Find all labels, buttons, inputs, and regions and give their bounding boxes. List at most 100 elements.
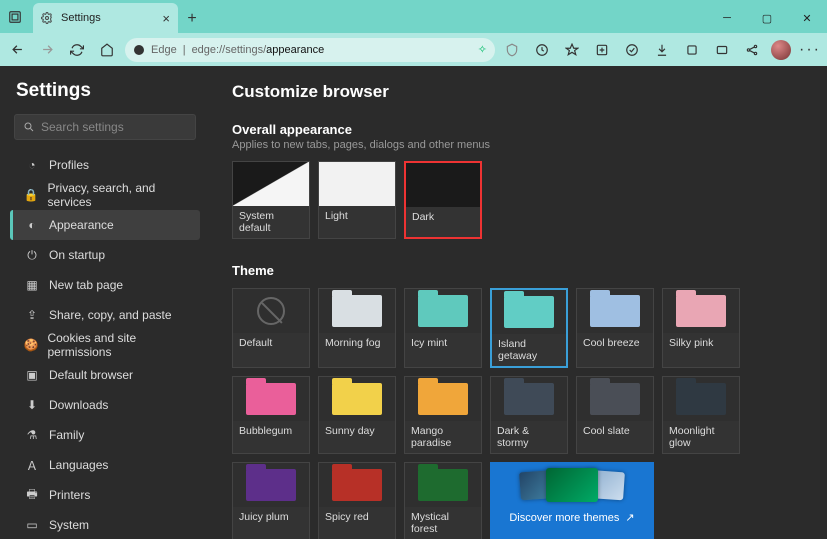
extensions-icon[interactable] <box>681 39 703 61</box>
theme-option-cool-slate[interactable]: Cool slate <box>576 376 654 454</box>
screenshot-icon[interactable] <box>711 39 733 61</box>
sidebar-item-new-tab-page[interactable]: ▦New tab page <box>10 270 200 300</box>
search-settings-input[interactable]: Search settings <box>14 114 196 140</box>
theme-option-morning-fog[interactable]: Morning fog <box>318 288 396 368</box>
theme-option-default[interactable]: Default <box>232 288 310 368</box>
minimize-button[interactable]: ─ <box>707 3 747 33</box>
overall-appearance-subtitle: Applies to new tabs, pages, dialogs and … <box>232 139 805 151</box>
theme-swatch <box>663 377 739 421</box>
sidebar-item-privacy-search-and-services[interactable]: 🔒 Privacy, search, and services <box>10 180 200 210</box>
theme-option-moonlight-glow[interactable]: Moonlight glow <box>662 376 740 454</box>
sidebar-nav: ◔Profiles 🔒 Privacy, search, and services◐… <box>10 150 200 539</box>
sidebar-item-printers[interactable]: 🖶Printers <box>10 480 200 510</box>
theme-option-label: Cool breeze <box>577 333 653 353</box>
share-icon[interactable] <box>741 39 763 61</box>
gear-icon <box>41 11 55 25</box>
new-tab-button[interactable]: + <box>178 5 206 33</box>
favorite-icon[interactable]: ✧ <box>478 43 487 56</box>
theme-option-cool-breeze[interactable]: Cool breeze <box>576 288 654 368</box>
sidebar-item-icon: 🔒 <box>23 188 40 202</box>
main-panel: Customize browser Overall appearance App… <box>210 66 827 539</box>
theme-swatch <box>319 377 395 421</box>
appearance-option-dark[interactable]: Dark <box>404 161 482 239</box>
forward-button[interactable] <box>36 37 60 63</box>
more-menu-button[interactable]: ··· <box>799 39 821 61</box>
theme-option-bubblegum[interactable]: Bubblegum <box>232 376 310 454</box>
theme-option-mystical-forest[interactable]: Mystical forest <box>404 462 482 539</box>
sidebar-item-icon: 🖶 <box>23 485 41 506</box>
page-heading: Customize browser <box>232 82 805 102</box>
theme-option-juicy-plum[interactable]: Juicy plum <box>232 462 310 539</box>
sidebar-item-languages[interactable]: Ａ Languages <box>10 450 200 480</box>
sidebar-item-label: Profiles <box>49 158 89 172</box>
theme-swatch <box>233 377 309 421</box>
settings-sidebar: Settings Search settings ◔Profiles🔒Priva… <box>0 66 210 539</box>
sidebar-item-icon: Ａ <box>23 457 41 474</box>
theme-option-spicy-red[interactable]: Spicy red <box>318 462 396 539</box>
site-identity-icon[interactable] <box>133 44 145 56</box>
appearance-swatch <box>406 163 480 207</box>
close-window-button[interactable]: ✕ <box>787 3 827 33</box>
sidebar-item-appearance[interactable]: ◐Appearance <box>10 210 200 240</box>
appearance-swatch <box>233 162 309 206</box>
sidebar-item-family[interactable]: ⚗Family <box>10 420 200 450</box>
close-tab-icon[interactable]: × <box>162 11 170 26</box>
theme-swatch <box>405 289 481 333</box>
sidebar-item-profiles[interactable]: ◔Profiles <box>10 150 200 180</box>
theme-option-label: Sunny day <box>319 421 395 441</box>
theme-swatch <box>233 289 309 333</box>
discover-more-themes[interactable]: Discover more themes↗ <box>490 462 654 539</box>
appearance-swatch <box>319 162 395 206</box>
sidebar-item-system[interactable]: ▭ System <box>10 510 200 539</box>
theme-option-sunny-day[interactable]: Sunny day <box>318 376 396 454</box>
sidebar-item-label: System <box>49 518 89 532</box>
theme-swatch <box>405 377 481 421</box>
appearance-option-system-default[interactable]: System default <box>232 161 310 239</box>
theme-option-label: Morning fog <box>319 333 395 353</box>
collections-icon[interactable] <box>591 39 613 61</box>
sidebar-item-share-copy-and-paste[interactable]: ⇪Share, copy, and paste <box>10 300 200 330</box>
theme-swatch <box>405 463 481 507</box>
sidebar-item-icon: 🍪 <box>23 338 39 352</box>
theme-option-silky-pink[interactable]: Silky pink <box>662 288 740 368</box>
titlebar: Settings × + ─ ▢ ✕ <box>0 0 827 33</box>
tracking-icon[interactable] <box>501 39 523 61</box>
url-scheme: edge:// <box>192 44 226 56</box>
sync-icon[interactable] <box>531 39 553 61</box>
appearance-option-light[interactable]: Light <box>318 161 396 239</box>
back-button[interactable] <box>6 37 30 63</box>
browser-tab[interactable]: Settings × <box>33 3 178 33</box>
sidebar-item-on-startup[interactable]: ⏻On startup <box>10 240 200 270</box>
home-button[interactable] <box>95 37 119 63</box>
refresh-button[interactable] <box>66 37 90 63</box>
url-badge: Edge <box>151 44 177 56</box>
maximize-button[interactable]: ▢ <box>747 3 787 33</box>
favorites-icon[interactable] <box>561 39 583 61</box>
theme-swatch <box>233 463 309 507</box>
sidebar-item-label: On startup <box>49 248 105 262</box>
sidebar-item-label: Languages <box>49 458 108 472</box>
theme-grid: Default Morning fog Icy mintIsland getaway… <box>232 288 805 539</box>
sidebar-item-default-browser[interactable]: ▣Default browser <box>10 360 200 390</box>
theme-option-label: Silky pink <box>663 333 739 353</box>
sidebar-item-icon: ⚗ <box>23 428 41 442</box>
toolbar: Edge | edge://settings/appearance ✧ ··· <box>0 33 827 66</box>
theme-option-label: Moonlight glow <box>663 421 739 453</box>
sidebar-item-icon: ▭ <box>23 518 41 532</box>
theme-swatch <box>577 289 653 333</box>
downloads-icon[interactable] <box>651 39 673 61</box>
theme-option-island-getaway[interactable]: Island getaway <box>490 288 568 368</box>
theme-option-label: Juicy plum <box>233 507 309 527</box>
profile-avatar[interactable] <box>771 40 791 60</box>
theme-swatch <box>577 377 653 421</box>
address-bar[interactable]: Edge | edge://settings/appearance ✧ <box>125 38 495 62</box>
url-path-prefix: settings/ <box>225 44 266 56</box>
theme-option-dark-stormy[interactable]: Dark & stormy <box>490 376 568 454</box>
sidebar-item-label: Privacy, search, and services <box>48 181 190 209</box>
theme-option-mango-paradise[interactable]: Mango paradise <box>404 376 482 454</box>
theme-swatch <box>663 289 739 333</box>
theme-option-icy-mint[interactable]: Icy mint <box>404 288 482 368</box>
sidebar-item-cookies-and-site-permissions[interactable]: 🍪Cookies and site permissions <box>10 330 200 360</box>
sidebar-item-downloads[interactable]: ⬇Downloads <box>10 390 200 420</box>
history-icon[interactable] <box>621 39 643 61</box>
